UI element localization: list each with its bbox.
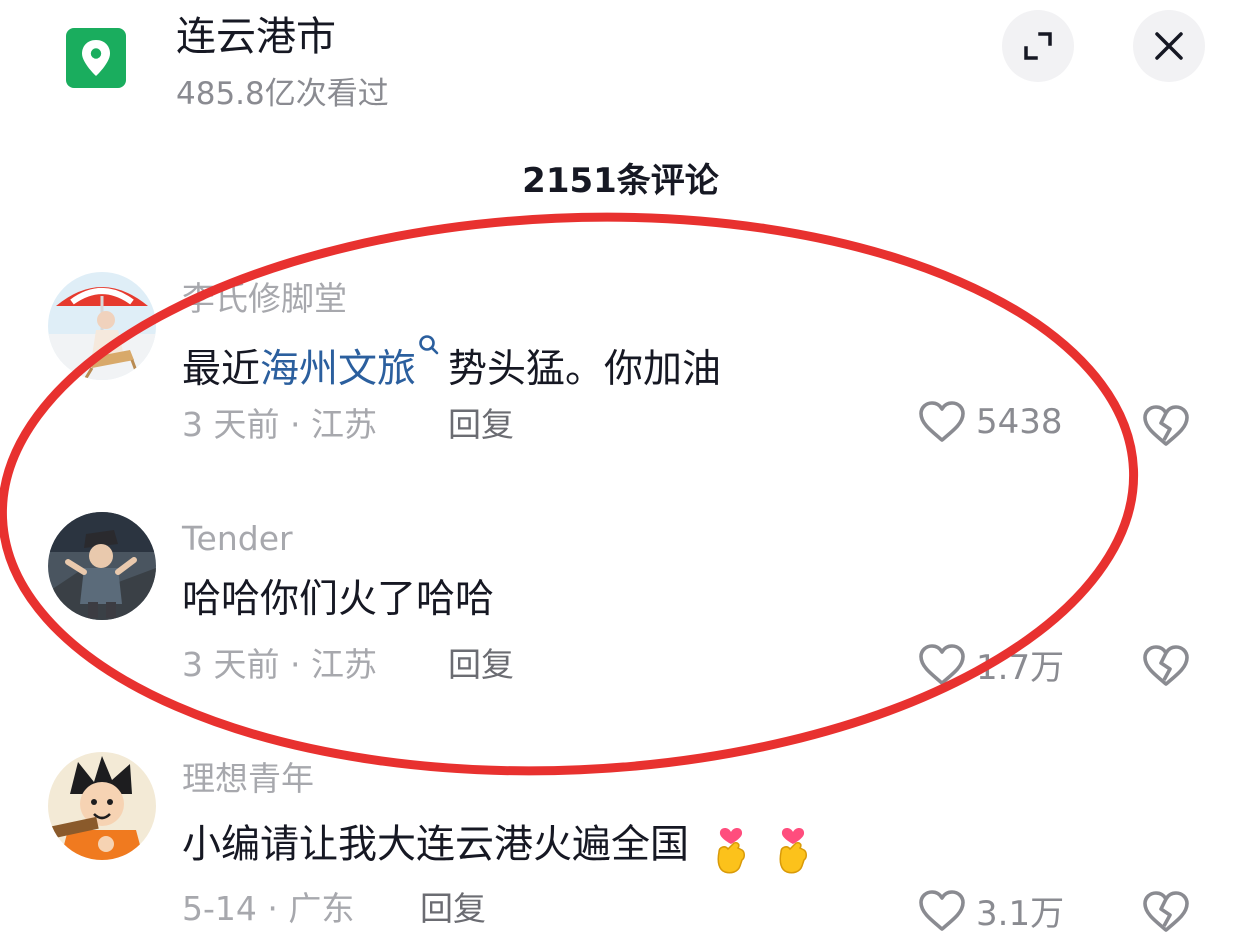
topic-link[interactable]: 海州文旅 bbox=[260, 347, 416, 392]
comment-text-part: 势头猛。你加油 bbox=[448, 347, 722, 392]
avatar[interactable] bbox=[48, 272, 156, 380]
heart-icon bbox=[919, 401, 965, 442]
like-count: 1.7万 bbox=[976, 648, 1065, 688]
time-location: 5-14 · 广东 bbox=[182, 889, 355, 928]
close-button[interactable] bbox=[1133, 10, 1205, 82]
reply-button[interactable]: 回复 bbox=[420, 888, 486, 930]
finger-heart-emoji-icon bbox=[779, 828, 808, 874]
comment-text-part: 最近 bbox=[182, 347, 261, 392]
reply-button[interactable]: 回复 bbox=[448, 404, 514, 446]
close-icon bbox=[1155, 32, 1183, 60]
username[interactable]: 李氏修脚堂 bbox=[182, 278, 347, 320]
comment-text: 哈哈你们火了哈哈 bbox=[182, 577, 495, 622]
comment-text: 小编请让我大连云港火遍全国 bbox=[182, 818, 813, 876]
avatar[interactable] bbox=[48, 512, 156, 620]
location-title[interactable]: 连云港市 bbox=[176, 12, 336, 62]
like-button[interactable]: 3.1万 bbox=[918, 886, 1064, 935]
dislike-icon[interactable] bbox=[1142, 888, 1190, 936]
avatar[interactable] bbox=[48, 752, 156, 860]
expand-icon bbox=[1024, 32, 1052, 60]
location-views: 485.8亿次看过 bbox=[176, 76, 389, 112]
heart-icon bbox=[919, 643, 965, 685]
like-button[interactable]: 5438 bbox=[918, 400, 1063, 444]
username[interactable]: Tender bbox=[182, 518, 293, 560]
dislike-icon[interactable] bbox=[1142, 402, 1190, 450]
dislike-icon[interactable] bbox=[1142, 642, 1190, 690]
comment-text: 最近海州文旅 势头猛。你加油 bbox=[182, 334, 721, 396]
reply-button[interactable]: 回复 bbox=[448, 644, 514, 686]
location-pin-icon bbox=[66, 28, 126, 88]
username[interactable]: 理想青年 bbox=[182, 758, 314, 800]
expand-button[interactable] bbox=[1002, 10, 1074, 82]
like-count: 5438 bbox=[976, 402, 1063, 442]
comment-text-part: 小编请让我大连云港火遍全国 bbox=[182, 822, 690, 868]
like-button[interactable]: 1.7万 bbox=[918, 640, 1064, 689]
time-location: 3 天前 · 江苏 bbox=[182, 405, 377, 444]
search-icon[interactable] bbox=[418, 334, 440, 358]
finger-heart-emoji-icon bbox=[717, 828, 746, 874]
heart-icon bbox=[919, 889, 965, 931]
time-location: 3 天前 · 江苏 bbox=[182, 645, 377, 684]
comment-item: 李氏修脚堂 最近海州文旅 势头猛。你加油 3 天前 · 江苏 回复 5438 bbox=[0, 272, 1241, 472]
like-count: 3.1万 bbox=[976, 894, 1065, 934]
comment-item: Tender 哈哈你们火了哈哈 3 天前 · 江苏 回复 1.7万 bbox=[0, 512, 1241, 712]
location-header: 连云港市 485.8亿次看过 bbox=[0, 0, 1241, 130]
comment-item: 理想青年 小编请让我大连云港火遍全国 5-14 · 广东 回复 3.1万 bbox=[0, 752, 1241, 952]
comment-count: 2151条评论 bbox=[522, 161, 719, 201]
